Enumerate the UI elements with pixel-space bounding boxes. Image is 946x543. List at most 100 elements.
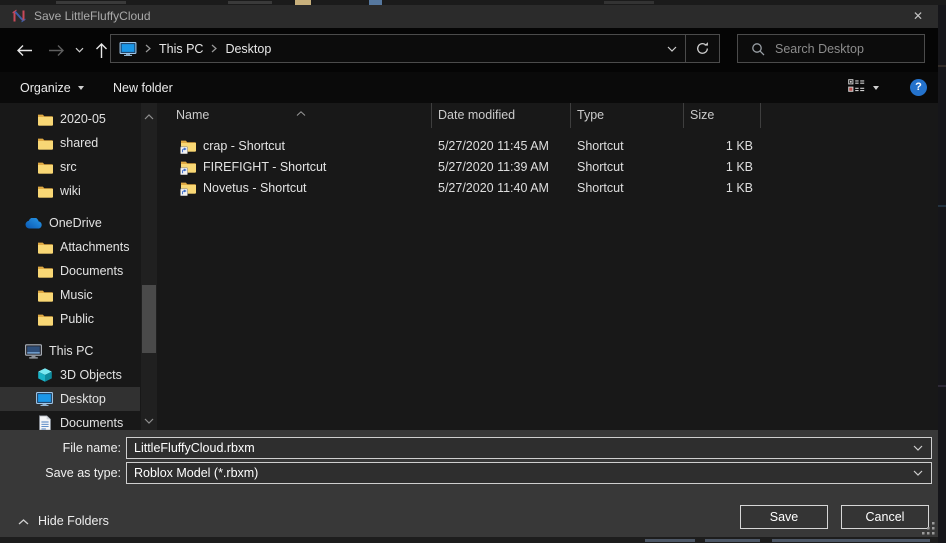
file-date-modified: 5/27/2020 11:39 AM bbox=[438, 157, 549, 178]
list-view-icon bbox=[848, 79, 865, 97]
sidebar-item-label: Attachments bbox=[60, 240, 129, 254]
desktop-icon bbox=[35, 392, 54, 406]
save-as-type-select[interactable]: Roblox Model (*.rbxm) bbox=[126, 462, 932, 484]
forward-button[interactable] bbox=[42, 28, 70, 72]
file-name-dropdown-chevron-icon[interactable] bbox=[913, 445, 923, 451]
breadcrumb-this-pc[interactable]: This PC bbox=[159, 42, 203, 56]
folder-shortcut-icon bbox=[180, 180, 196, 199]
folder-icon bbox=[35, 184, 54, 199]
file-row[interactable]: Novetus - Shortcut 5/27/2020 11:40 AM Sh… bbox=[160, 178, 938, 199]
folder-icon bbox=[35, 240, 54, 255]
help-button[interactable]: ? bbox=[910, 79, 927, 96]
sidebar-item-label: src bbox=[60, 160, 77, 174]
sidebar-item-label: 3D Objects bbox=[60, 368, 122, 382]
sidebar-item-label: Public bbox=[60, 312, 94, 326]
background-fragment bbox=[645, 539, 695, 542]
file-size: 1 KB bbox=[683, 157, 753, 178]
column-header-name[interactable]: Name bbox=[176, 103, 209, 128]
column-header-type[interactable]: Type bbox=[577, 103, 604, 128]
scroll-down-icon[interactable] bbox=[144, 411, 154, 429]
file-size: 1 KB bbox=[683, 136, 753, 157]
back-button[interactable] bbox=[10, 28, 38, 72]
sidebar-item-documents[interactable]: Documents bbox=[0, 411, 140, 430]
sidebar-item-desktop[interactable]: Desktop bbox=[0, 387, 140, 411]
sidebar-item-label: shared bbox=[60, 136, 98, 150]
column-header-row: Name Date modified Type Size bbox=[160, 103, 938, 128]
column-header-date-modified[interactable]: Date modified bbox=[438, 103, 515, 128]
file-row[interactable]: FIREFIGHT - Shortcut 5/27/2020 11:39 AM … bbox=[160, 157, 938, 178]
file-name-value: LittleFluffyCloud.rbxm bbox=[134, 441, 913, 455]
resize-grip[interactable] bbox=[922, 522, 936, 541]
column-divider[interactable] bbox=[683, 103, 684, 128]
sidebar-item-documents[interactable]: Documents bbox=[0, 259, 140, 283]
address-bar[interactable]: This PC Desktop bbox=[110, 34, 720, 63]
background-fragment bbox=[938, 205, 946, 207]
sidebar-item-label: Documents bbox=[60, 264, 123, 278]
document-icon bbox=[35, 415, 54, 430]
file-name-label: File name: bbox=[0, 437, 121, 459]
search-box[interactable]: Search Desktop bbox=[737, 34, 925, 63]
folder-shortcut-icon bbox=[180, 159, 196, 178]
column-header-size[interactable]: Size bbox=[690, 103, 714, 128]
sidebar-item-2020-05[interactable]: 2020-05 bbox=[0, 107, 140, 131]
sidebar-item-this-pc[interactable]: This PC bbox=[0, 339, 140, 363]
column-divider[interactable] bbox=[570, 103, 571, 128]
background-window-bottom bbox=[0, 537, 938, 543]
save-as-type-dropdown-chevron-icon[interactable] bbox=[913, 470, 923, 476]
sidebar-item-public[interactable]: Public bbox=[0, 307, 140, 331]
scrollbar-thumb[interactable] bbox=[142, 285, 156, 353]
sidebar-item-label: This PC bbox=[49, 344, 93, 358]
folder-shortcut-icon bbox=[180, 138, 196, 157]
address-dropdown-chevron-icon[interactable] bbox=[659, 46, 685, 52]
navigation-pane: 2020-05 shared src wiki OneDrive Attachm… bbox=[0, 107, 140, 430]
file-name-input[interactable]: LittleFluffyCloud.rbxm bbox=[126, 437, 932, 459]
sidebar-item-wiki[interactable]: wiki bbox=[0, 179, 140, 203]
hide-folders-button[interactable]: Hide Folders bbox=[18, 512, 109, 529]
recent-locations-chevron-icon[interactable] bbox=[70, 28, 88, 72]
sidebar-item-label: 2020-05 bbox=[60, 112, 106, 126]
folder-icon bbox=[35, 160, 54, 175]
dropdown-triangle-icon bbox=[78, 86, 84, 90]
column-divider[interactable] bbox=[760, 103, 761, 128]
main-area: 2020-05 shared src wiki OneDrive Attachm… bbox=[0, 103, 938, 430]
sidebar-item-shared[interactable]: shared bbox=[0, 131, 140, 155]
save-button[interactable]: Save bbox=[740, 505, 828, 529]
column-divider[interactable] bbox=[431, 103, 432, 128]
window-title: Save LittleFluffyCloud bbox=[34, 5, 151, 28]
search-placeholder: Search Desktop bbox=[775, 42, 864, 56]
chevron-up-icon bbox=[18, 514, 29, 528]
folder-icon bbox=[35, 264, 54, 279]
change-view-button[interactable] bbox=[848, 72, 879, 103]
sidebar-item-label: OneDrive bbox=[49, 216, 102, 230]
close-button[interactable]: ✕ bbox=[904, 5, 932, 28]
folder-icon bbox=[35, 136, 54, 151]
folder-icon bbox=[35, 112, 54, 127]
search-icon bbox=[751, 42, 765, 56]
sidebar-item-onedrive[interactable]: OneDrive bbox=[0, 211, 140, 235]
cancel-button[interactable]: Cancel bbox=[841, 505, 929, 529]
file-name: Novetus - Shortcut bbox=[203, 178, 307, 199]
sidebar-item-label: Documents bbox=[60, 416, 123, 430]
refresh-icon[interactable] bbox=[686, 41, 719, 56]
new-folder-button[interactable]: New folder bbox=[113, 72, 173, 103]
file-row[interactable]: crap - Shortcut 5/27/2020 11:45 AM Short… bbox=[160, 136, 938, 157]
background-fragment bbox=[772, 539, 930, 542]
command-bar: Organize New folder ? bbox=[0, 72, 938, 103]
sidebar-item-attachments[interactable]: Attachments bbox=[0, 235, 140, 259]
cube-icon bbox=[35, 367, 54, 383]
sidebar-item-3d-objects[interactable]: 3D Objects bbox=[0, 363, 140, 387]
file-type: Shortcut bbox=[577, 136, 624, 157]
scroll-up-icon[interactable] bbox=[144, 107, 154, 125]
organize-button[interactable]: Organize bbox=[20, 72, 84, 103]
sidebar-item-music[interactable]: Music bbox=[0, 283, 140, 307]
navigation-bar: This PC Desktop Search Desktop bbox=[0, 28, 938, 72]
background-fragment bbox=[705, 539, 760, 542]
breadcrumb-desktop[interactable]: Desktop bbox=[225, 42, 271, 56]
save-as-type-value: Roblox Model (*.rbxm) bbox=[134, 466, 913, 480]
footer: File name: LittleFluffyCloud.rbxm Save a… bbox=[0, 430, 938, 537]
sidebar-scrollbar[interactable] bbox=[141, 103, 157, 430]
save-file-dialog: Save LittleFluffyCloud ✕ This PC bbox=[0, 0, 946, 543]
breadcrumb-chevron-icon bbox=[145, 44, 151, 53]
sidebar-item-src[interactable]: src bbox=[0, 155, 140, 179]
desktop-location-icon bbox=[119, 42, 137, 56]
